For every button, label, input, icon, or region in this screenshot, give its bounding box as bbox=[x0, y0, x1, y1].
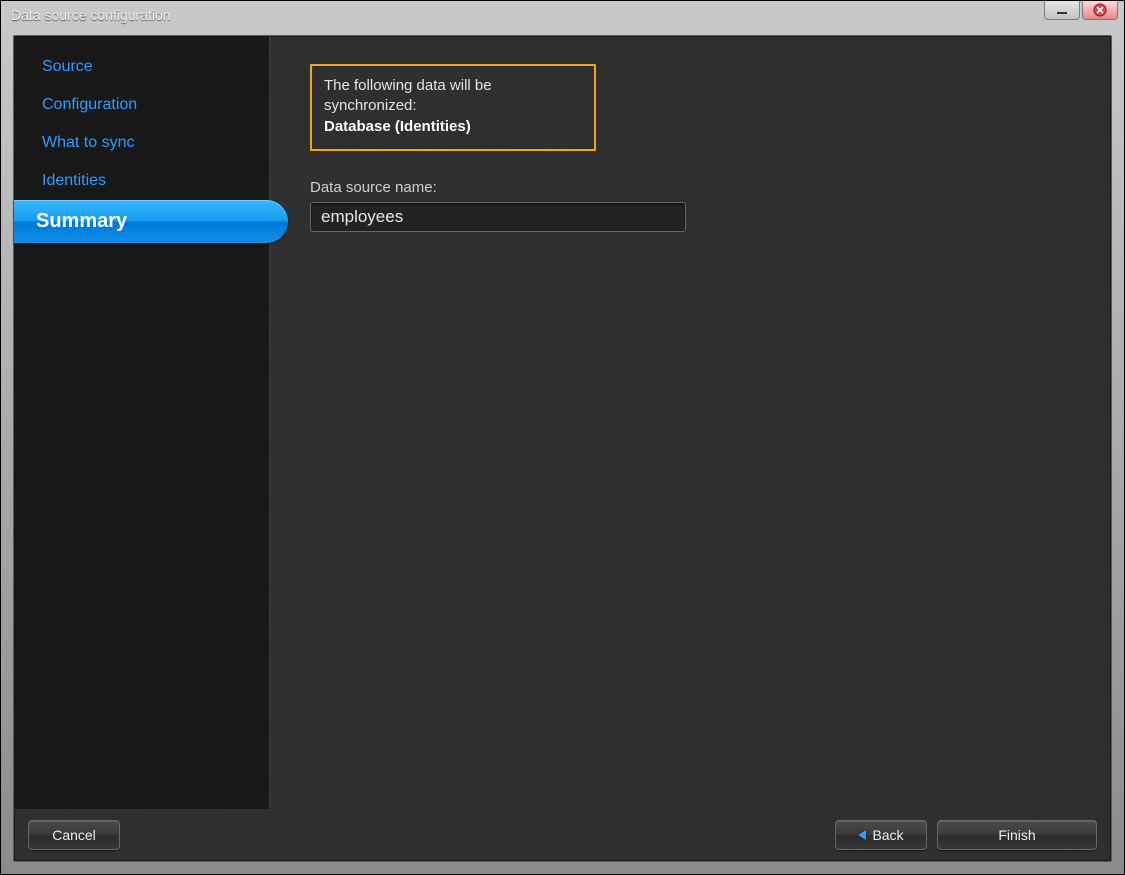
sidebar-item-configuration[interactable]: Configuration bbox=[14, 86, 262, 124]
content-area: Source Configuration What to sync Identi… bbox=[14, 36, 1111, 809]
close-icon bbox=[1093, 3, 1107, 17]
arrow-left-icon bbox=[858, 830, 866, 840]
cancel-button[interactable]: Cancel bbox=[28, 820, 120, 850]
dialog-panel: Source Configuration What to sync Identi… bbox=[13, 35, 1112, 862]
wizard-sidebar: Source Configuration What to sync Identi… bbox=[14, 36, 270, 809]
sidebar-item-label: Source bbox=[42, 58, 93, 75]
sidebar-item-label: Identities bbox=[42, 172, 106, 189]
sync-target-text: Database (Identities) bbox=[324, 117, 582, 137]
titlebar: Data source configuration bbox=[1, 1, 1124, 29]
button-label: Back bbox=[872, 827, 903, 843]
button-label: Finish bbox=[998, 827, 1035, 843]
minimize-button[interactable] bbox=[1044, 1, 1080, 20]
window-title: Data source configuration bbox=[11, 7, 171, 23]
sidebar-item-identities[interactable]: Identities bbox=[14, 162, 262, 200]
window-buttons bbox=[1044, 1, 1118, 20]
sidebar-item-source[interactable]: Source bbox=[14, 48, 262, 86]
back-button[interactable]: Back bbox=[835, 820, 927, 850]
sidebar-item-summary[interactable]: Summary bbox=[14, 200, 288, 243]
sidebar-item-label: Configuration bbox=[42, 96, 137, 113]
data-source-name-input[interactable] bbox=[310, 202, 686, 232]
sidebar-item-label: Summary bbox=[36, 210, 127, 232]
button-label: Cancel bbox=[52, 827, 96, 843]
sidebar-item-what-to-sync[interactable]: What to sync bbox=[14, 124, 262, 162]
main-pane: The following data will be synchronized:… bbox=[270, 36, 1111, 809]
finish-button[interactable]: Finish bbox=[937, 820, 1097, 850]
close-button[interactable] bbox=[1082, 1, 1118, 20]
sync-intro-text: The following data will be synchronized: bbox=[324, 76, 582, 117]
window: Data source configuration Source Configu… bbox=[0, 0, 1125, 875]
minimize-icon bbox=[1056, 4, 1068, 16]
data-source-name-label: Data source name: bbox=[310, 179, 1071, 196]
footer: Cancel Back Finish bbox=[14, 809, 1111, 861]
sidebar-item-label: What to sync bbox=[42, 134, 134, 151]
sync-summary-box: The following data will be synchronized:… bbox=[310, 64, 596, 151]
